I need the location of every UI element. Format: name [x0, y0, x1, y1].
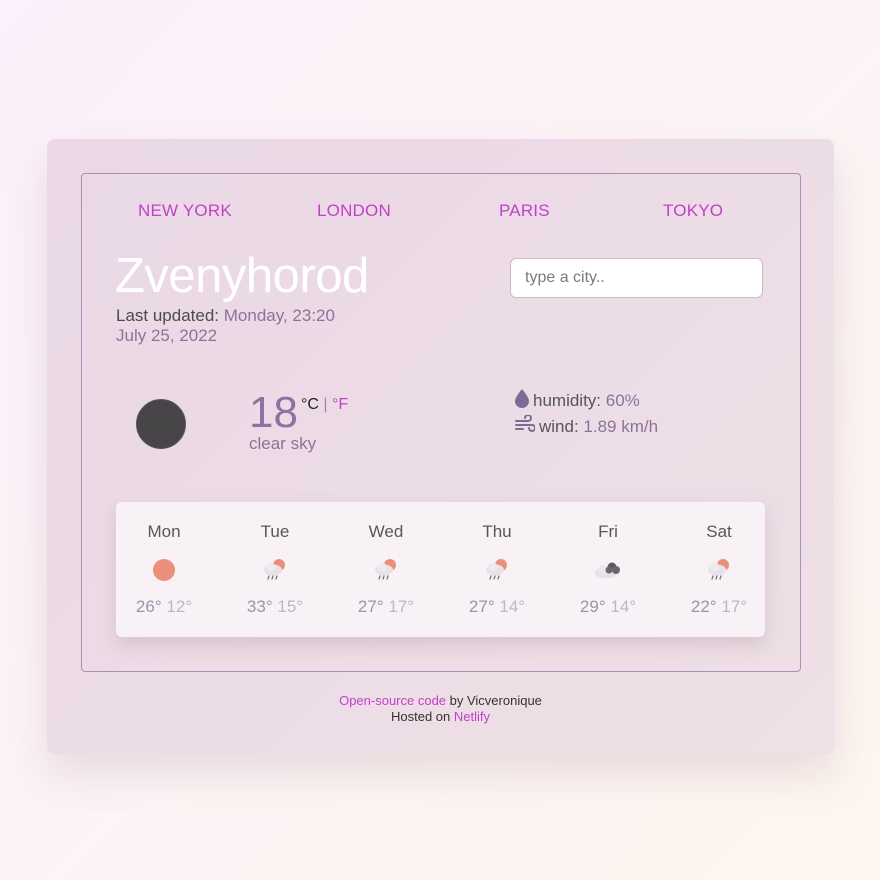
forecast-min: 15° [277, 597, 304, 616]
forecast-max: 26° [135, 597, 162, 616]
current-date: July 25, 2022 [116, 326, 218, 345]
source-code-link[interactable]: Open-source code [339, 693, 446, 708]
dark-circle-icon [136, 399, 186, 449]
forecast-day: Tue 33° 15° [221, 502, 329, 637]
forecast-temps: 22° 17° [665, 597, 773, 617]
forecast-day: Wed 27° 17° [332, 502, 440, 637]
wind-label: wind: [539, 416, 579, 436]
forecast-day-name: Mon [147, 522, 181, 541]
forecast-max: 27° [468, 597, 495, 616]
forecast-day: Mon 26° 12° [110, 502, 218, 637]
forecast-max: 33° [246, 597, 273, 616]
weather-frame: NEW YORK LONDON PARIS TOKYO Zvenyhorod L… [81, 173, 801, 672]
city-name: Zvenyhorod [115, 249, 369, 303]
footer: Open-source code by Vicveronique Hosted … [47, 693, 834, 725]
forecast-day-name: Tue [260, 522, 290, 541]
rain-sun-icon [375, 559, 396, 580]
forecast-panel: Mon 26° 12° Tue 33° 15° Wed 27° 17° Thu … [116, 502, 765, 637]
last-updated-label: Last updated: [116, 306, 220, 325]
rain-sun-icon [486, 559, 507, 580]
netlify-link[interactable]: Netlify [454, 709, 490, 724]
forecast-day-name: Fri [598, 522, 618, 541]
nav-city-new-york[interactable]: NEW YORK [138, 201, 232, 221]
forecast-temps: 27° 14° [443, 597, 551, 617]
fahrenheit-link[interactable]: °F [332, 396, 348, 413]
last-updated: Last updated: Monday, 23:20 July 25, 202… [116, 306, 335, 346]
sun-icon [153, 559, 175, 581]
forecast-day: Thu 27° 14° [443, 502, 551, 637]
cloud-icon [595, 562, 620, 579]
forecast-min: 14° [499, 597, 526, 616]
forecast-day: Sat 22° 17° [665, 502, 773, 637]
current-temperature: 18 [249, 388, 298, 437]
droplet-icon [515, 389, 529, 413]
nav-city-tokyo[interactable]: TOKYO [663, 201, 723, 221]
weather-card: NEW YORK LONDON PARIS TOKYO Zvenyhorod L… [47, 139, 834, 754]
nav-city-london[interactable]: LONDON [317, 201, 391, 221]
unit-toggle: °C | °F [301, 396, 348, 414]
forecast-day: Fri 29° 14° [554, 502, 662, 637]
last-updated-time: Monday, 23:20 [223, 306, 335, 325]
wind-icon [515, 414, 536, 438]
rain-sun-icon [708, 559, 729, 580]
city-search-input[interactable] [510, 258, 763, 298]
nav-city-paris[interactable]: PARIS [499, 201, 550, 221]
forecast-min: 17° [721, 597, 748, 616]
forecast-max: 27° [357, 597, 384, 616]
forecast-min: 17° [388, 597, 415, 616]
forecast-day-name: Sat [706, 522, 732, 541]
forecast-max: 22° [690, 597, 717, 616]
humidity-value: 60% [605, 391, 640, 410]
author-text: by Vicveronique [446, 693, 542, 708]
forecast-min: 12° [166, 597, 193, 616]
forecast-max: 29° [579, 597, 606, 616]
forecast-min: 14° [610, 597, 637, 616]
rain-sun-icon [264, 559, 285, 580]
forecast-temps: 33° 15° [221, 597, 329, 617]
unit-separator: | [323, 396, 328, 413]
humidity-stat: humidity: 60% [515, 389, 640, 413]
forecast-temps: 26° 12° [110, 597, 218, 617]
forecast-day-name: Wed [368, 522, 404, 541]
forecast-temps: 29° 14° [554, 597, 662, 617]
forecast-temps: 27° 17° [332, 597, 440, 617]
celsius-unit[interactable]: °C [301, 396, 319, 413]
hosted-text: Hosted on [391, 709, 454, 724]
wind-stat: wind: 1.89 km/h [515, 414, 659, 438]
weather-description: clear sky [249, 434, 317, 453]
forecast-day-name: Thu [482, 522, 512, 541]
wind-value: 1.89 km/h [583, 416, 659, 436]
humidity-label: humidity: [533, 391, 602, 410]
